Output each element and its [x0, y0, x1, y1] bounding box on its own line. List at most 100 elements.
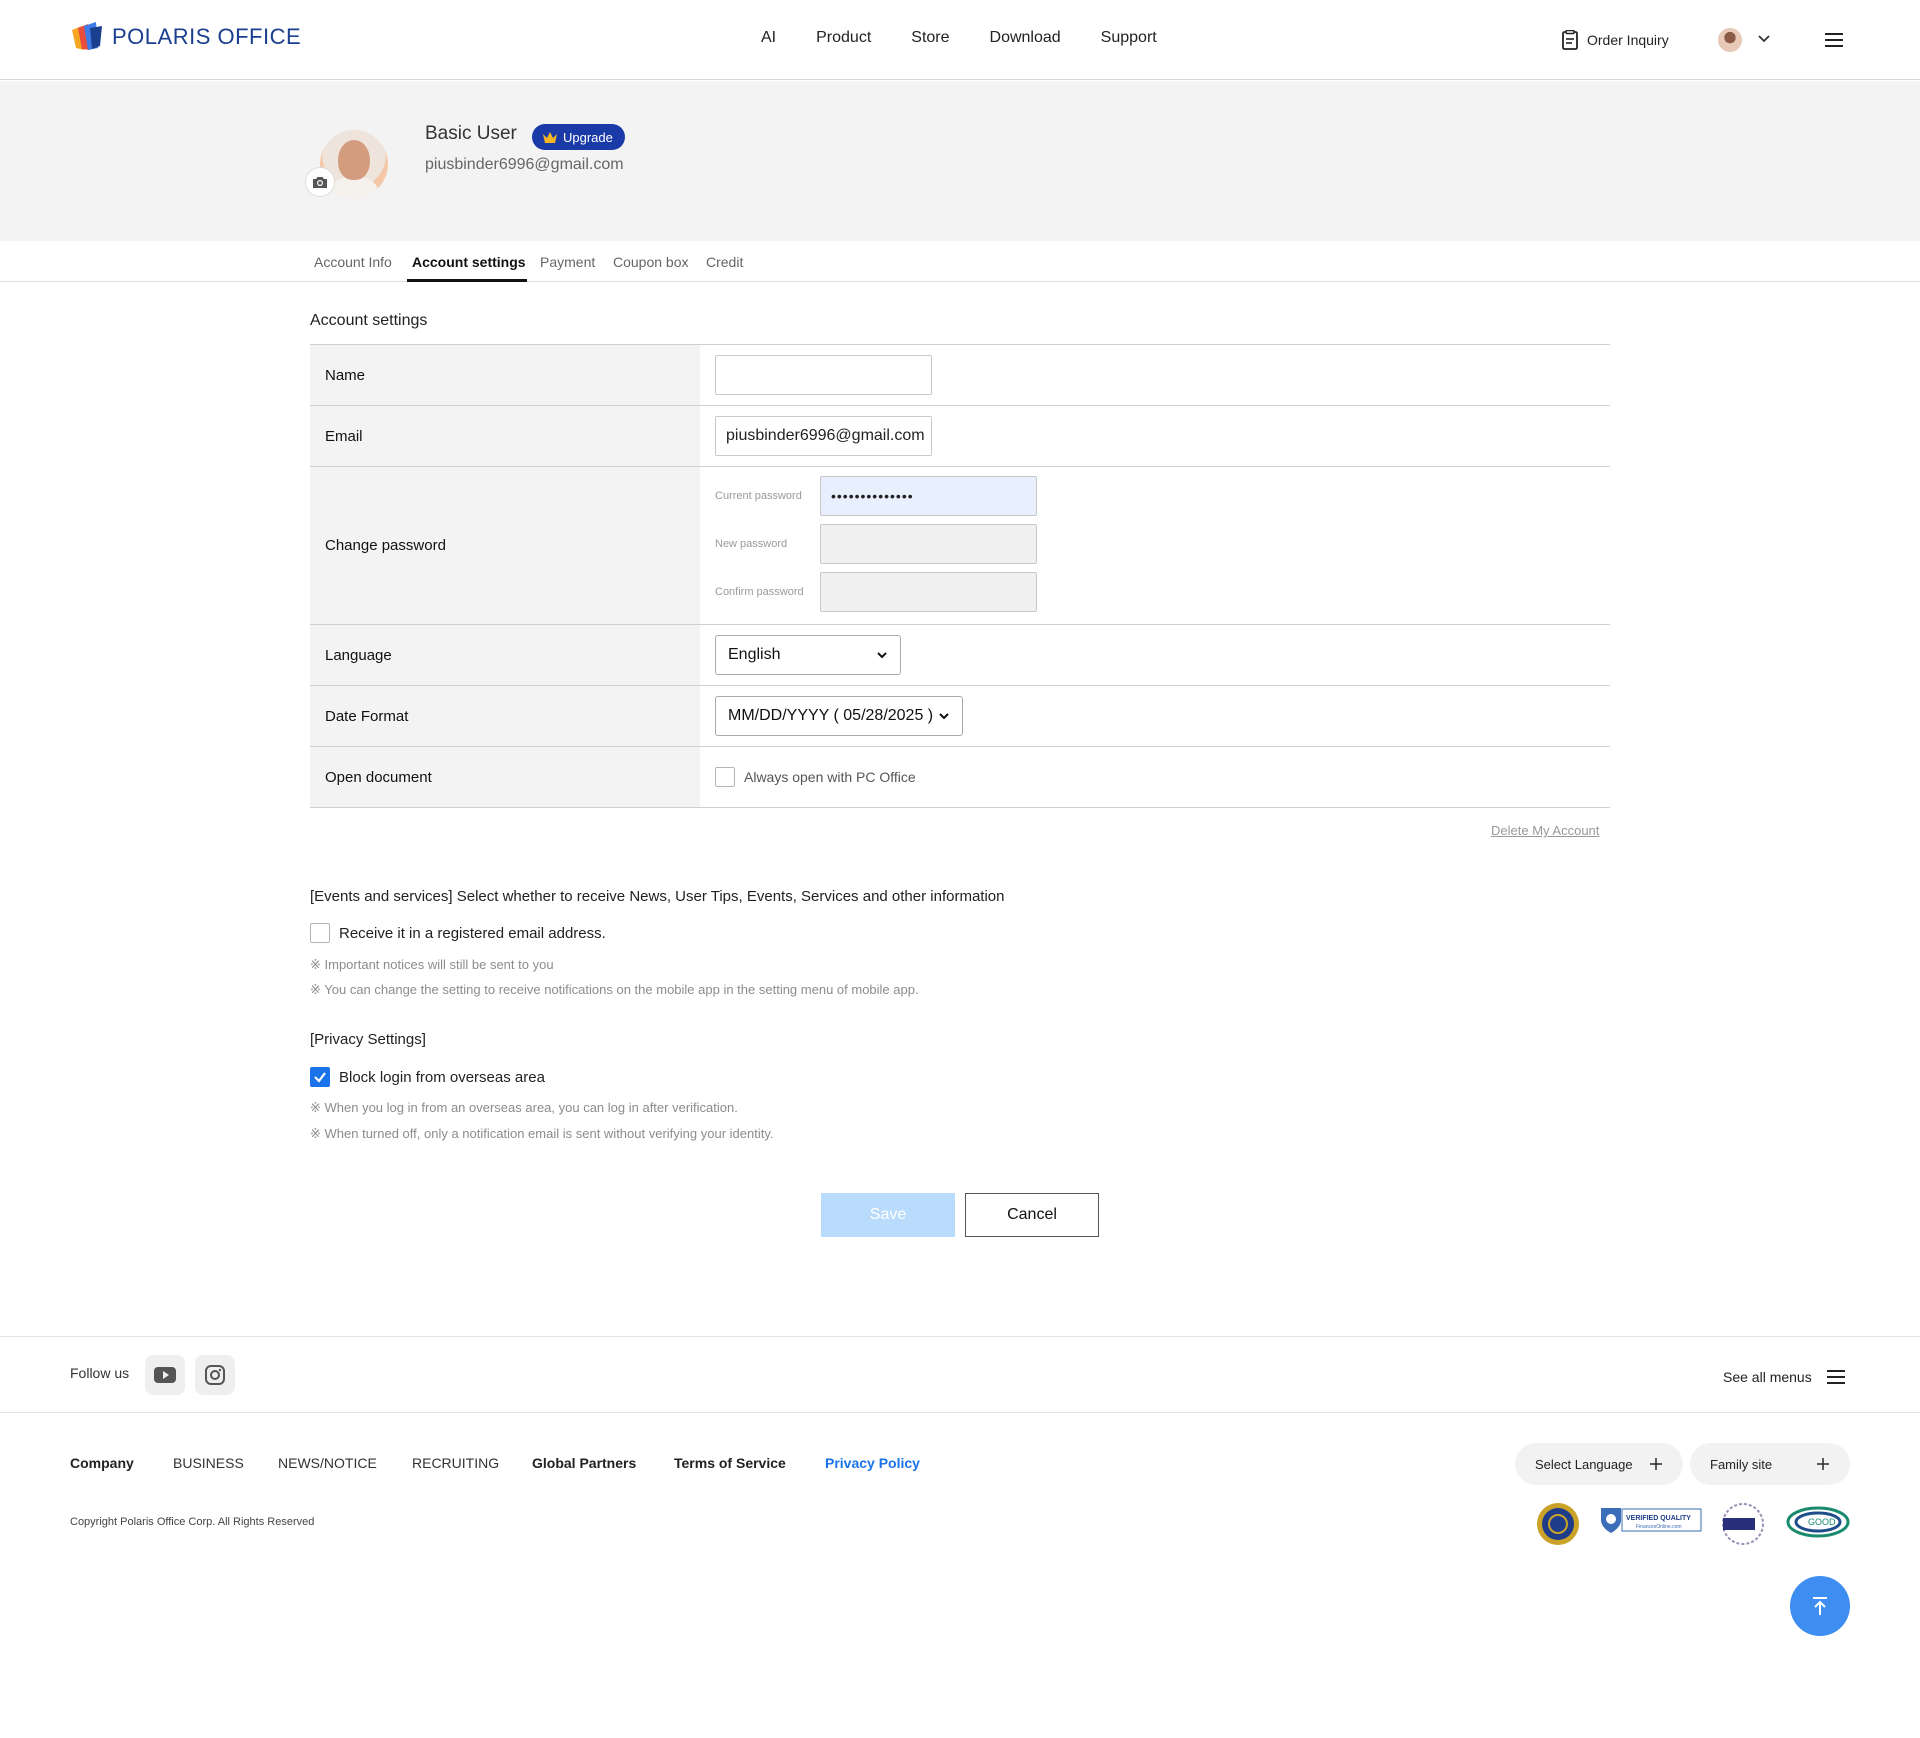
current-password-line: Current password ••••••••••••••: [715, 476, 1037, 516]
chevron-down-icon: [939, 713, 949, 720]
nav-ai[interactable]: AI: [761, 29, 776, 47]
tab-coupon-box[interactable]: Coupon box: [613, 254, 689, 270]
arrow-up-icon: [1813, 1597, 1827, 1615]
user-email: piusbinder6996@gmail.com: [425, 156, 624, 173]
copyright-text: Copyright Polaris Office Corp. All Right…: [70, 1516, 315, 1528]
crown-icon: [543, 131, 557, 143]
cancel-button[interactable]: Cancel: [965, 1193, 1099, 1237]
open-with-pc-label: Always open with PC Office: [744, 769, 916, 785]
badge-good-text: GOOD: [1808, 1517, 1836, 1527]
delete-account-link[interactable]: Delete My Account: [1491, 823, 1599, 838]
hamburger-menu-icon[interactable]: [1824, 31, 1844, 49]
badge-verified-quality-text: VERIFIED QUALITY: [1626, 1515, 1691, 1522]
instagram-button[interactable]: [195, 1355, 235, 1395]
change-password-row: Change password Current password •••••••…: [310, 467, 1610, 625]
upgrade-button[interactable]: Upgrade: [532, 124, 625, 150]
new-password-label: New password: [715, 538, 788, 550]
order-inquiry-label: Order Inquiry: [1587, 32, 1669, 48]
email-input[interactable]: piusbinder6996@gmail.com: [715, 416, 932, 456]
section-title: Account settings: [310, 312, 428, 329]
date-format-value: MM/DD/YYYY ( 05/28/2025 ): [728, 707, 934, 724]
account-settings-table: Name Email piusbinder6996@gmail.com Chan…: [310, 344, 1610, 808]
tab-payment[interactable]: Payment: [540, 254, 595, 270]
privacy-option: Block login from overseas area: [310, 1067, 545, 1087]
instagram-icon: [205, 1365, 225, 1385]
footer-link-company[interactable]: Company: [70, 1455, 134, 1471]
plus-icon: [1650, 1458, 1662, 1470]
footer-link-global-partners[interactable]: Global Partners: [532, 1455, 636, 1471]
scroll-to-top-button[interactable]: [1790, 1576, 1850, 1636]
seal-badge-icon: [1537, 1503, 1579, 1545]
plus-icon: [1817, 1458, 1829, 1470]
youtube-icon: [154, 1367, 176, 1383]
user-avatar-small[interactable]: [1718, 28, 1742, 52]
language-row: Language English: [310, 625, 1610, 686]
save-button[interactable]: Save: [821, 1193, 955, 1237]
events-note-2: ※ You can change the setting to receive …: [310, 982, 919, 997]
language-label: Language: [310, 625, 700, 685]
tab-account-settings[interactable]: Account settings: [412, 254, 526, 270]
follow-us-label: Follow us: [70, 1365, 130, 1381]
language-select[interactable]: English: [715, 635, 901, 675]
polaris-logo-icon: [72, 22, 102, 50]
confirm-password-label: Confirm password: [715, 586, 804, 598]
privacy-note-1: ※ When you log in from an overseas area,…: [310, 1100, 738, 1115]
tab-account-info[interactable]: Account Info: [314, 254, 392, 270]
nav-product[interactable]: Product: [816, 29, 871, 47]
footer-link-terms[interactable]: Terms of Service: [674, 1455, 786, 1471]
block-overseas-label: Block login from overseas area: [339, 1068, 545, 1086]
footer-link-privacy[interactable]: Privacy Policy: [825, 1455, 920, 1471]
site-header: POLARIS OFFICE AI Product Store Download…: [0, 0, 1920, 80]
youtube-button[interactable]: [145, 1355, 185, 1395]
name-row: Name: [310, 345, 1610, 406]
see-all-menus-button[interactable]: See all menus: [1723, 1369, 1845, 1385]
current-password-input[interactable]: ••••••••••••••: [820, 476, 1037, 516]
language-value: English: [728, 646, 781, 663]
nav-download[interactable]: Download: [990, 29, 1061, 47]
open-document-label: Open document: [310, 747, 700, 807]
new-password-input[interactable]: [820, 524, 1037, 564]
select-language-button[interactable]: Select Language: [1515, 1443, 1683, 1485]
user-plan-name: Basic User: [425, 123, 517, 144]
nav-store[interactable]: Store: [911, 29, 949, 47]
date-format-select[interactable]: MM/DD/YYYY ( 05/28/2025 ): [715, 696, 963, 736]
profile-header: Basic User Upgrade piusbinder6996@gmail.…: [0, 81, 1920, 241]
confirm-password-line: Confirm password: [715, 572, 1037, 612]
email-row: Email piusbinder6996@gmail.com: [310, 406, 1610, 467]
footer-link-news[interactable]: NEWS/NOTICE: [278, 1455, 377, 1471]
privacy-title: [Privacy Settings]: [310, 1031, 426, 1048]
hamburger-menu-icon: [1826, 1370, 1845, 1384]
checkmark-icon: [314, 1072, 326, 1083]
tab-credit[interactable]: Credit: [706, 254, 743, 270]
footer-link-business[interactable]: BUSINESS: [173, 1455, 244, 1471]
change-photo-button[interactable]: [305, 167, 335, 197]
name-input[interactable]: [715, 355, 932, 395]
events-option: Receive it in a registered email address…: [310, 923, 606, 943]
new-password-line: New password: [715, 524, 1037, 564]
block-overseas-checkbox[interactable]: [310, 1067, 330, 1087]
verified-quality-badge-icon: VERIFIED QUALITY FinancesOnline.com: [1601, 1508, 1702, 1533]
email-label: Email: [310, 406, 700, 466]
logo-text: POLARIS OFFICE: [112, 24, 302, 49]
date-format-row: Date Format MM/DD/YYYY ( 05/28/2025 ): [310, 686, 1610, 747]
confirm-password-input[interactable]: [820, 572, 1037, 612]
chevron-down-icon[interactable]: [1756, 31, 1772, 47]
chevron-down-icon: [877, 652, 887, 659]
current-password-label: Current password: [715, 490, 802, 502]
name-label: Name: [310, 345, 700, 405]
select-language-label: Select Language: [1535, 1456, 1633, 1472]
receive-email-checkbox[interactable]: [310, 923, 330, 943]
open-document-row: Open document Always open with PC Office: [310, 747, 1610, 808]
family-site-button[interactable]: Family site: [1690, 1443, 1850, 1485]
award-badge-icon: [1722, 1503, 1764, 1545]
order-inquiry-link[interactable]: Order Inquiry: [1561, 30, 1669, 50]
open-with-pc-checkbox[interactable]: [715, 767, 735, 787]
events-note-1: ※ Important notices will still be sent t…: [310, 957, 554, 972]
nav-support[interactable]: Support: [1101, 29, 1157, 47]
account-tabs: Account Info Account settings Payment Co…: [0, 242, 1920, 282]
active-tab-indicator: [407, 279, 527, 282]
footer-link-recruiting[interactable]: RECRUITING: [412, 1455, 499, 1471]
badge-verified-source-text: FinancesOnline.com: [1636, 1524, 1682, 1530]
good-badge-icon: GOOD: [1786, 1506, 1850, 1538]
polaris-logo[interactable]: POLARIS OFFICE: [70, 22, 301, 52]
